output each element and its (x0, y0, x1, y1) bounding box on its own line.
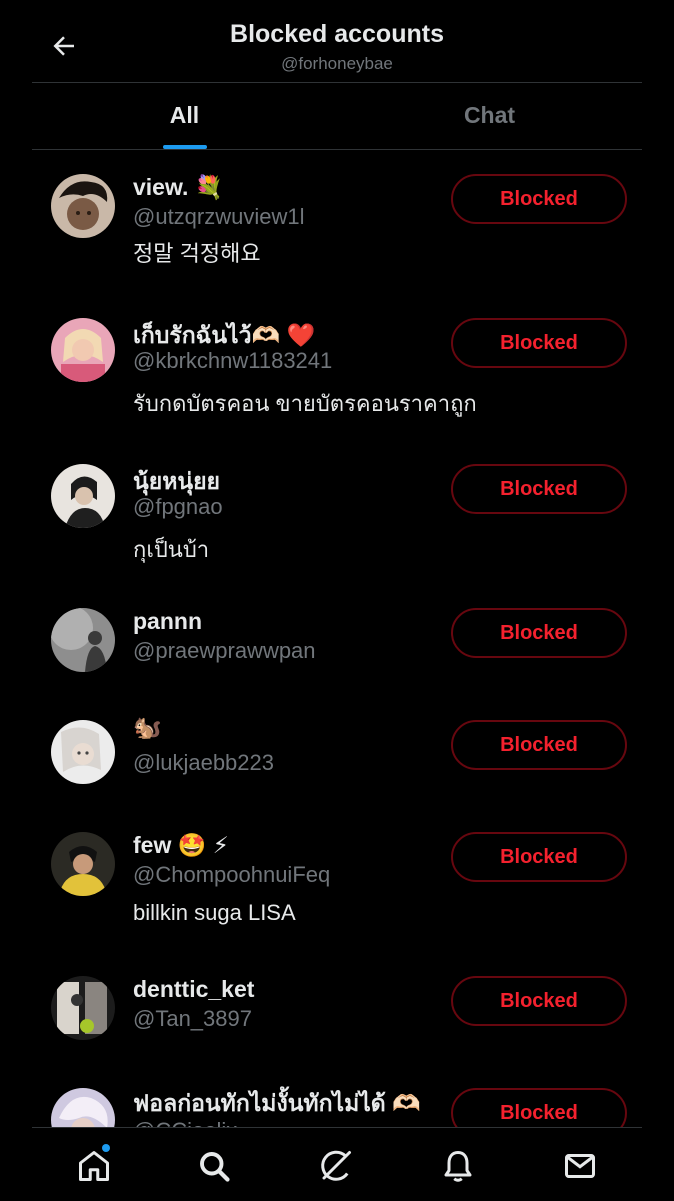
list-item[interactable]: few 🤩 ⚡ @ChompoohnuiFeq billkin suga LIS… (0, 832, 674, 972)
search-icon (200, 1152, 230, 1182)
nav-notifications[interactable] (438, 1146, 478, 1186)
avatar[interactable] (51, 832, 115, 896)
list-item[interactable]: นุ้ยหนุ่ยย @fpgnao กุเป็นบ้า Blocked (0, 464, 674, 604)
blocked-button[interactable]: Blocked (451, 720, 627, 770)
bio: billkin suga LISA (133, 900, 296, 925)
list-item[interactable]: view. 💐 @utzqrzwuview1l 정말 걱정해요 Blocked (0, 174, 674, 314)
username: @kbrkchnw1183241 (133, 348, 333, 373)
bio: 정말 걱정해요 (133, 241, 261, 266)
username: @ChompoohnuiFeq (133, 862, 331, 887)
blocked-button[interactable]: Blocked (451, 832, 627, 882)
avatar[interactable] (51, 174, 115, 238)
display-name: pannn (133, 608, 202, 634)
bell-icon (444, 1151, 472, 1182)
home-icon (79, 1151, 109, 1181)
display-name: few 🤩 ⚡ (133, 832, 229, 858)
notification-dot (102, 1144, 110, 1152)
display-name: ฟอลก่อนทักไม่งั้นทักไม่ได้ 🫶🏻 (133, 1090, 421, 1116)
nav-home[interactable] (74, 1144, 114, 1186)
avatar[interactable] (51, 1088, 115, 1127)
tab-bar: All Chat (32, 82, 642, 150)
avatar[interactable] (51, 464, 115, 528)
display-name: denttic_ket (133, 976, 255, 1002)
nav-messages[interactable] (560, 1146, 600, 1186)
username: @praewprawwpan (133, 638, 316, 663)
display-name: view. 💐 (133, 174, 224, 200)
account-handle: @forhoneybae (281, 54, 393, 73)
top-header: Blocked accounts @forhoneybae (32, 0, 642, 83)
bio: รับกดบัตรคอน ขายบัตรคอนราคาถูก (133, 391, 477, 416)
bio: กุเป็นบ้า (133, 537, 210, 562)
avatar[interactable] (51, 976, 115, 1040)
page-title: Blocked accounts (230, 20, 444, 48)
active-tab-indicator (162, 145, 207, 149)
blocked-button[interactable]: Blocked (451, 318, 627, 368)
blocked-button[interactable]: Blocked (451, 1088, 627, 1127)
avatar[interactable] (51, 608, 115, 672)
blocked-accounts-list: view. 💐 @utzqrzwuview1l 정말 걱정해요 Blocked … (0, 150, 674, 1127)
bottom-navigation (32, 1127, 642, 1201)
tab-chat-label: Chat (463, 102, 516, 128)
avatar[interactable] (51, 318, 115, 382)
list-item[interactable]: เก็บรักฉันไว้🫶🏻 ❤️ @kbrkchnw1183241 รับก… (0, 318, 674, 458)
avatar[interactable] (51, 720, 115, 784)
tab-all[interactable]: All (32, 82, 337, 149)
blocked-button[interactable]: Blocked (451, 464, 627, 514)
blocked-button[interactable]: Blocked (451, 976, 627, 1026)
nav-grok[interactable] (316, 1146, 356, 1186)
blocked-button[interactable]: Blocked (451, 174, 627, 224)
list-item[interactable]: ฟอลก่อนทักไม่งั้นทักไม่ได้ 🫶🏻 @CCjeelix … (0, 1088, 674, 1127)
tab-all-label: All (169, 102, 200, 128)
mail-icon (565, 1154, 595, 1178)
blocked-button[interactable]: Blocked (451, 608, 627, 658)
username: @CCjeelix (133, 1118, 237, 1127)
username: @lukjaebb223 (133, 750, 274, 775)
tab-chat[interactable]: Chat (337, 82, 642, 149)
grok-icon (321, 1150, 351, 1181)
display-name: 🐿️ (133, 714, 162, 740)
username: @utzqrzwuview1l (133, 204, 305, 229)
nav-search[interactable] (194, 1146, 234, 1186)
username: @fpgnao (133, 494, 223, 519)
username: @Tan_3897 (133, 1006, 252, 1031)
